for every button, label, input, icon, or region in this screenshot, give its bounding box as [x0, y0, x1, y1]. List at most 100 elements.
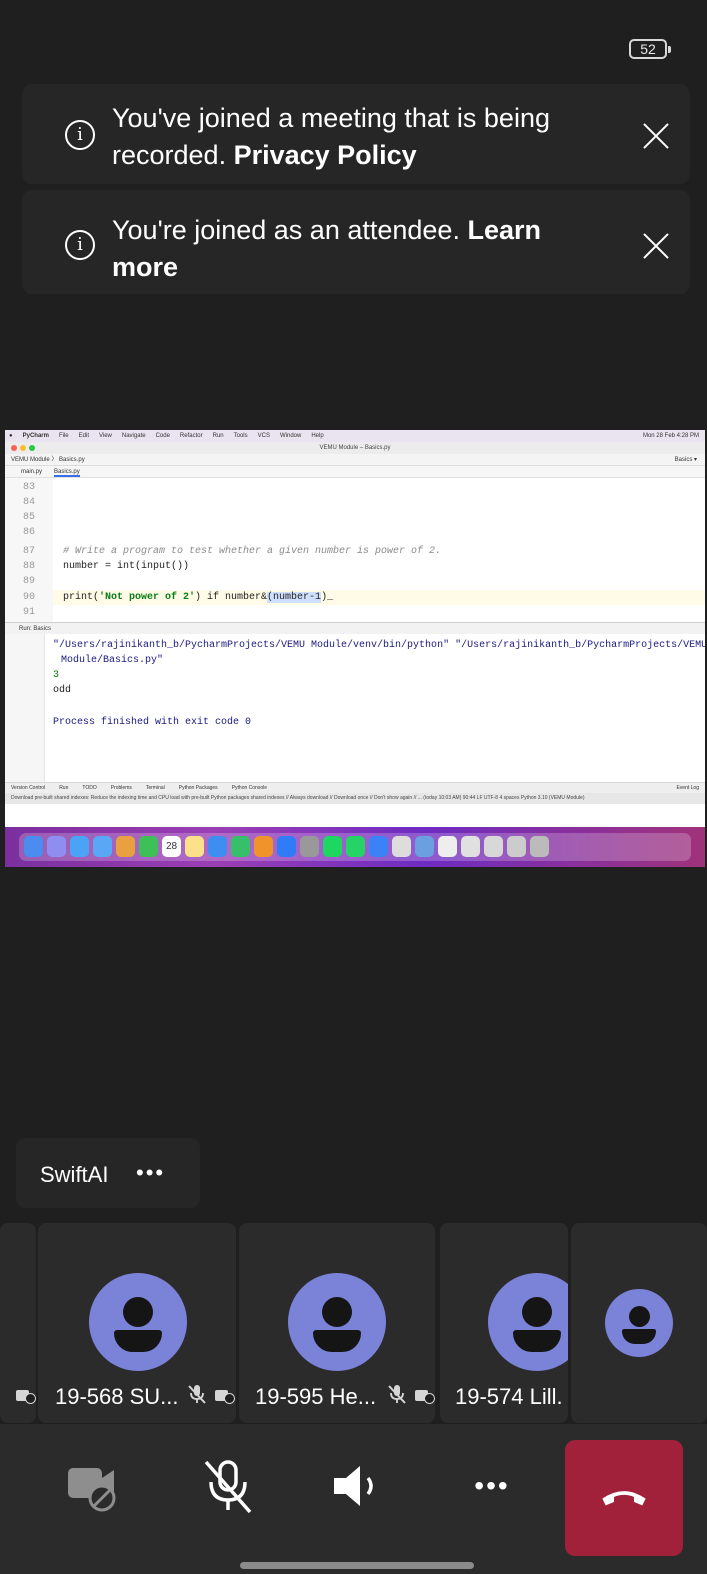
tab-python-packages: Python Packages — [178, 785, 218, 791]
code-line: 87 # Write a program to test whether a gi… — [23, 544, 441, 559]
settings-icon — [300, 836, 319, 857]
code-line: 86 — [23, 525, 63, 540]
hang-up-button[interactable] — [565, 1440, 683, 1556]
code-editor: 83 84 85 86 87 # Write a program to test … — [5, 478, 705, 622]
output-line: 3 — [53, 670, 60, 681]
camera-off-icon[interactable] — [66, 1456, 126, 1516]
calculator-icon — [392, 836, 411, 857]
menu-app: PyCharm — [22, 433, 49, 439]
tab-event-log: Event Log — [676, 785, 699, 791]
mac-dock-area: 28 — [5, 827, 705, 867]
document-icon — [507, 836, 526, 857]
window-controls — [11, 445, 35, 451]
facetime-icon — [139, 836, 158, 857]
code-text: (number-1 — [267, 592, 322, 603]
output-line: Module/Basics.py" — [61, 655, 164, 666]
recording-notice-banner: i You've joined a meeting that is being … — [22, 84, 690, 184]
mac-dock: 28 — [19, 833, 691, 861]
call-controls: ••• — [0, 1424, 707, 1574]
code-string: 'Not power of 2' — [99, 592, 196, 603]
menu-tools: Tools — [233, 433, 248, 439]
photos-icon — [116, 836, 135, 857]
avatar — [605, 1289, 673, 1357]
zoom-window-icon — [29, 445, 35, 451]
recording-notice-text: You've joined a meeting that is being re… — [112, 100, 582, 174]
line-number: 90 — [23, 592, 36, 603]
tab-todo: TODO — [82, 785, 97, 791]
close-icon[interactable] — [642, 232, 670, 260]
line-number: 84 — [23, 497, 36, 508]
menu-code: Code — [155, 433, 170, 439]
code-comment: # Write a program to test whether a give… — [63, 546, 442, 557]
privacy-policy-link[interactable]: Privacy Policy — [234, 140, 417, 170]
tab-version-control: Version Control — [11, 785, 46, 791]
tab-terminal: Terminal — [145, 785, 165, 791]
run-config: Basics ▾ — [674, 457, 697, 463]
file-tabs: main.py Basics.py — [5, 466, 705, 478]
output-line: Process finished with exit code 0 — [53, 717, 252, 728]
menu-vcs: VCS — [257, 433, 270, 439]
status-bar: 52 — [0, 0, 707, 80]
line-number: 87 — [23, 546, 36, 557]
more-options-icon[interactable]: ••• — [462, 1456, 522, 1516]
run-gutter — [5, 634, 45, 782]
telegram-icon — [369, 836, 388, 857]
document-icon — [438, 836, 457, 857]
line-number: 89 — [23, 576, 36, 587]
menu-file: File — [58, 433, 69, 439]
code-line: 88 number = int(input()) — [23, 559, 189, 574]
menu-edit: Edit — [78, 433, 89, 439]
attendee-notice-message: You're joined as an attendee. — [112, 215, 468, 245]
avatar — [288, 1273, 386, 1371]
numbers-icon — [231, 836, 250, 857]
speaker-icon[interactable] — [328, 1456, 388, 1516]
shared-screen: ● PyCharm File Edit View Navigate Code R… — [5, 430, 705, 867]
home-indicator — [240, 1562, 474, 1569]
code-line: 84 — [23, 495, 63, 510]
menu-help: Help — [311, 433, 324, 439]
preview-icon — [415, 836, 434, 857]
ide-title-bar: VEMU Module – Basics.py — [5, 442, 705, 454]
tab-run: Run — [59, 785, 69, 791]
notes-icon — [185, 836, 204, 857]
output-line: "/Users/rajinikanth_b/PycharmProjects/VE… — [53, 640, 705, 651]
launchpad-icon — [47, 836, 66, 857]
mic-off-icon — [188, 1385, 206, 1404]
attendee-notice-banner: i You're joined as an attendee. Learn mo… — [22, 190, 690, 294]
mic-off-icon[interactable] — [198, 1456, 258, 1516]
apple-icon: ● — [9, 433, 13, 439]
code-line: 89 — [23, 574, 63, 589]
code-line: 90 print('Not power of 2') if number&(num… — [23, 590, 333, 605]
output-line: odd — [53, 685, 72, 696]
run-pane-header: Run: Basics — [5, 622, 705, 634]
code-text: number = int(input()) — [63, 561, 190, 572]
run-output: "/Users/rajinikanth_b/PycharmProjects/VE… — [5, 634, 705, 782]
mac-menu-bar: ● PyCharm File Edit View Navigate Code R… — [5, 430, 705, 442]
phone-hangup-icon — [602, 1491, 646, 1506]
code-text: )_ — [321, 592, 334, 603]
line-number: 85 — [23, 512, 36, 523]
code-line: 83 — [23, 480, 63, 495]
code-line: 91 — [23, 605, 63, 620]
avatar — [488, 1273, 568, 1371]
document-icon — [484, 836, 503, 857]
presenter-label[interactable]: SwiftAI ••• — [16, 1138, 200, 1208]
ide-status-bar: Download pre-built shared indexes: Reduc… — [5, 793, 705, 804]
ide-toolbar: VEMU Module 〉 Basics.py Basics ▾ — [5, 454, 705, 466]
presenter-name: SwiftAI — [40, 1162, 109, 1187]
info-icon: i — [65, 230, 95, 260]
trash-icon — [530, 836, 549, 857]
participant-name: 19-568 SU... — [55, 1384, 179, 1409]
menu-refactor: Refactor — [179, 433, 203, 439]
battery-indicator: 52 — [629, 39, 671, 59]
line-number: 88 — [23, 561, 36, 572]
tab-python-console: Python Console — [231, 785, 267, 791]
camera-off-icon — [16, 1387, 36, 1404]
line-number: 86 — [23, 527, 36, 538]
pages-icon — [254, 836, 273, 857]
attendee-notice-text: You're joined as an attendee. Learn more — [112, 212, 582, 286]
close-icon[interactable] — [642, 122, 670, 150]
participant-tile[interactable] — [571, 1223, 707, 1423]
more-options-icon[interactable]: ••• — [136, 1160, 165, 1186]
avatar — [89, 1273, 187, 1371]
